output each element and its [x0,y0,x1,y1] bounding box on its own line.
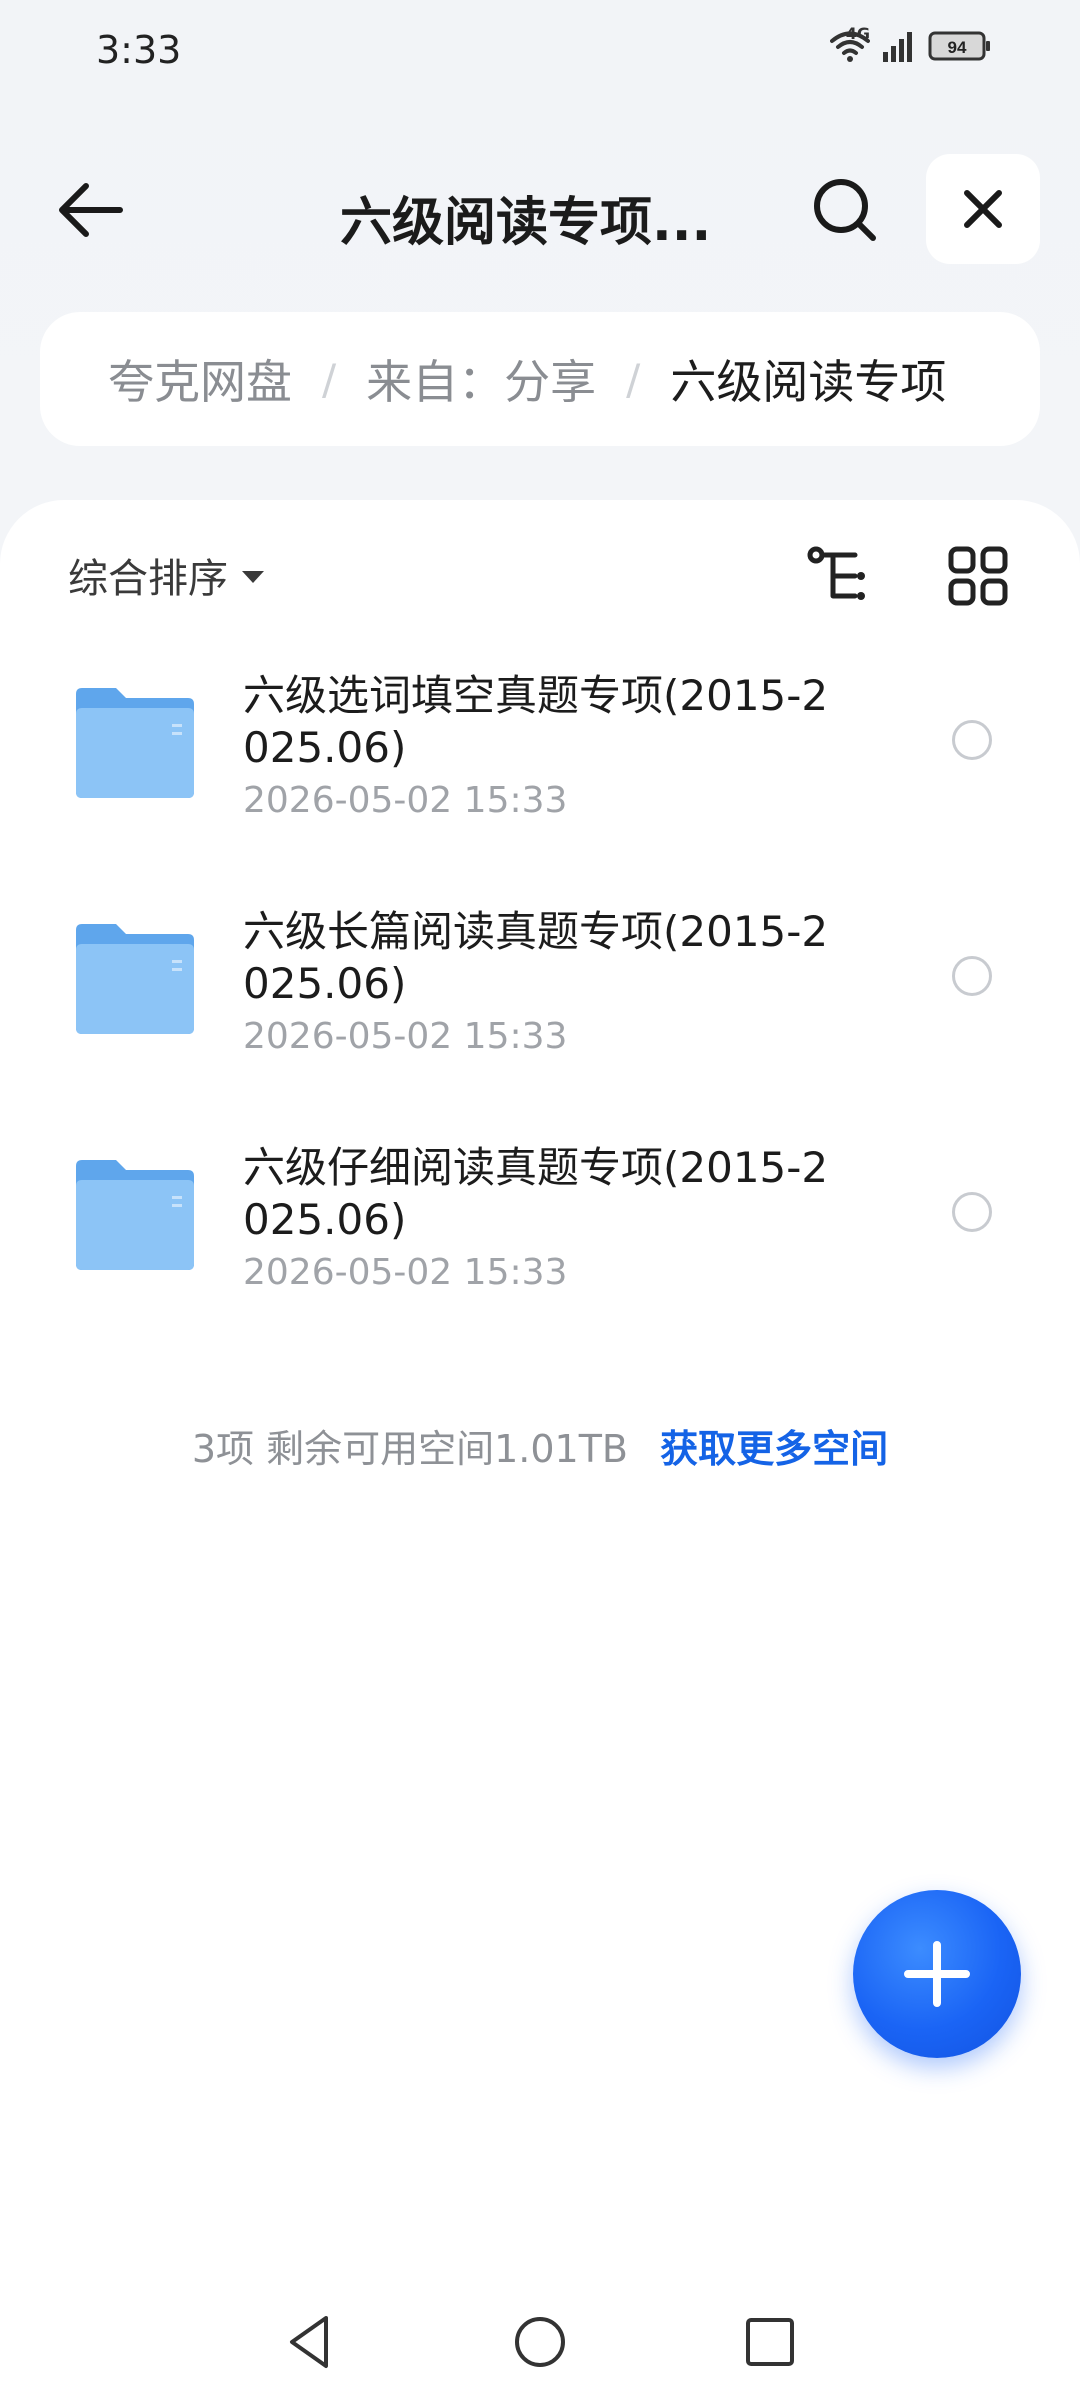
file-date: 2026-05-02 15:33 [243,1016,568,1057]
grid-view-button[interactable] [942,540,1014,612]
list-toolbar: 综合排序 [0,540,1080,610]
file-date: 2026-05-02 15:33 [243,780,568,821]
file-name: 六级长篇阅读真题专项(2015-2025.06) [243,907,829,1008]
wifi-icon [830,31,870,62]
file-date: 2026-05-02 15:33 [243,1252,568,1293]
file-row[interactable]: 六级仔细阅读真题专项(2015-2025.06) 2026-05-02 15:3… [0,1142,1080,1378]
nav-home-icon[interactable] [510,2312,570,2372]
back-button[interactable] [50,170,130,250]
breadcrumb: 夸克网盘 / 来自：分享 / 六级阅读专项 [40,312,1040,446]
system-nav-bar [0,2300,1080,2400]
search-icon [814,179,876,241]
breadcrumb-item-root[interactable]: 夸克网盘 [108,346,292,412]
get-more-space-link[interactable]: 获取更多空间 [660,1427,888,1471]
tree-view-icon [807,546,865,600]
arrow-left-icon [59,183,123,237]
add-button[interactable] [853,1890,1021,2058]
breadcrumb-separator: / [322,354,337,404]
close-icon [964,190,1002,228]
grid-view-icon [948,546,1008,606]
header: 六级阅读专项... [0,150,1080,270]
signal-icon [883,32,912,62]
caret-down-icon [242,571,264,583]
status-icons: 94 [830,30,992,62]
select-checkbox[interactable] [952,956,992,996]
folder-icon [76,688,194,798]
battery-icon: 94 [928,31,990,61]
nav-back-icon[interactable] [280,2312,340,2372]
folder-icon [76,924,194,1034]
breadcrumb-item-share[interactable]: 来自：分享 [366,346,596,412]
select-checkbox[interactable] [952,1192,992,1232]
storage-info: 3项 剩余可用空间1.01TB 获取更多空间 [0,1418,1080,1473]
file-row[interactable]: 六级长篇阅读真题专项(2015-2025.06) 2026-05-02 15:3… [0,906,1080,1142]
breadcrumb-item-current: 六级阅读专项 [670,355,947,409]
nav-recents-icon[interactable] [740,2312,800,2372]
select-checkbox[interactable] [952,720,992,760]
screen: 3:33 4G 94 六级阅读专项... 夸克网盘 / 来自：分享 / 六级阅读… [0,0,1080,2400]
storage-text: 3项 剩余可用空间1.01TB [191,1427,629,1471]
search-button[interactable] [800,170,890,250]
tree-view-button[interactable] [804,540,876,612]
file-name: 六级选词填空真题专项(2015-2025.06) [243,671,829,772]
battery-level: 94 [948,38,967,57]
file-list: 六级选词填空真题专项(2015-2025.06) 2026-05-02 15:3… [0,670,1080,1378]
file-panel: 综合排序 六级选词填空真题专项(2015-2025.06) 2026-05-02… [0,500,1080,2400]
folder-icon [76,1160,194,1270]
status-time: 3:33 [96,28,182,72]
close-button[interactable] [926,154,1040,264]
sort-button[interactable]: 综合排序 [68,546,264,604]
file-name: 六级仔细阅读真题专项(2015-2025.06) [243,1143,829,1244]
sort-label: 综合排序 [68,556,228,602]
breadcrumb-separator: / [626,354,641,404]
page-title: 六级阅读专项... [340,193,712,253]
file-row[interactable]: 六级选词填空真题专项(2015-2025.06) 2026-05-02 15:3… [0,670,1080,906]
status-bar: 3:33 4G 94 [0,0,1080,110]
plus-icon [904,1941,970,2007]
